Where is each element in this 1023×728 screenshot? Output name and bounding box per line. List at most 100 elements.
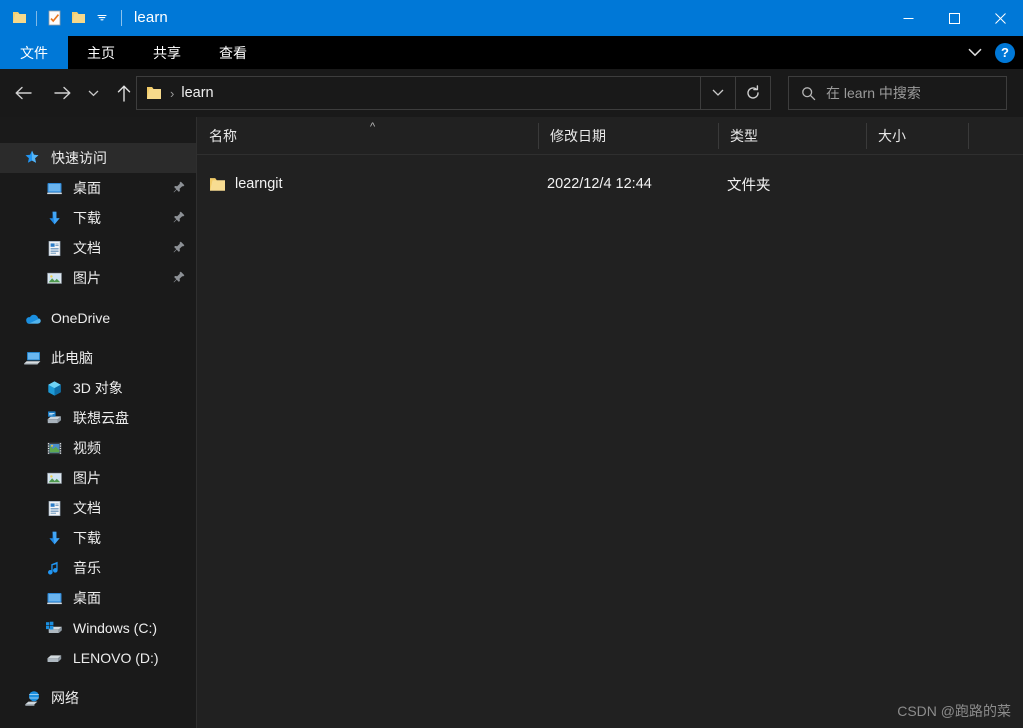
sidebar-item-label: 视频 bbox=[73, 440, 101, 456]
search-icon bbox=[801, 86, 816, 101]
ribbon-right-controls: ? bbox=[961, 36, 1023, 69]
navigation-pane: 快速访问 桌面 下载 文档 图片 OneDrive 此电脑 3D 对象 联想云盘… bbox=[0, 117, 196, 728]
sidebar-item-label: 图片 bbox=[73, 470, 101, 486]
sidebar-item-downloads[interactable]: 下载 bbox=[0, 523, 196, 553]
sidebar-item-label: 桌面 bbox=[73, 590, 101, 606]
file-name-text: learngit bbox=[235, 176, 283, 192]
sidebar-item-label: 此电脑 bbox=[51, 350, 93, 366]
column-header-date-modified[interactable]: 修改日期 bbox=[538, 117, 718, 155]
recent-locations-button[interactable] bbox=[81, 78, 105, 108]
sidebar-item-desktop-qa[interactable]: 桌面 bbox=[0, 173, 196, 203]
maximize-button[interactable] bbox=[931, 0, 977, 36]
sidebar-item-pictures-qa[interactable]: 图片 bbox=[0, 263, 196, 293]
search-input[interactable]: 在 learn 中搜索 bbox=[788, 76, 1007, 110]
sidebar-item-label: 联想云盘 bbox=[73, 410, 129, 426]
sidebar-item-label: 文档 bbox=[73, 500, 101, 516]
windows-drive-icon bbox=[44, 618, 64, 638]
sidebar-item-label: 桌面 bbox=[73, 180, 101, 196]
sidebar-item-documents-qa[interactable]: 文档 bbox=[0, 233, 196, 263]
music-icon bbox=[44, 558, 64, 578]
sidebar-item-windows-c-drive[interactable]: Windows (C:) bbox=[0, 613, 196, 643]
sidebar-item-label: 3D 对象 bbox=[73, 380, 123, 396]
sidebar-item-label: 下载 bbox=[73, 210, 101, 226]
forward-button[interactable] bbox=[47, 78, 77, 108]
sidebar-item-label: 快速访问 bbox=[51, 150, 107, 166]
column-header-name[interactable]: 名称 bbox=[197, 117, 538, 155]
folder-icon bbox=[209, 177, 226, 192]
download-icon bbox=[44, 528, 64, 548]
tab-view[interactable]: 查看 bbox=[200, 36, 266, 69]
close-button[interactable] bbox=[977, 0, 1023, 36]
this-pc-icon bbox=[22, 348, 42, 368]
sidebar-item-label: OneDrive bbox=[51, 310, 111, 326]
back-button[interactable] bbox=[8, 78, 38, 108]
sidebar-item-label: 网络 bbox=[51, 690, 79, 706]
title-bar: learn bbox=[0, 0, 1023, 36]
videos-icon bbox=[44, 438, 64, 458]
chevron-down-icon[interactable] bbox=[961, 39, 989, 67]
download-icon bbox=[44, 208, 64, 228]
address-bar[interactable]: › learn bbox=[136, 76, 771, 110]
quick-access-toolbar: learn bbox=[0, 0, 168, 36]
sidebar-item-3d-objects[interactable]: 3D 对象 bbox=[0, 373, 196, 403]
lenovo-cloud-icon bbox=[44, 408, 64, 428]
document-icon bbox=[44, 498, 64, 518]
sidebar-item-label: LENOVO (D:) bbox=[73, 650, 159, 666]
sidebar-item-downloads-qa[interactable]: 下载 bbox=[0, 203, 196, 233]
sidebar-item-lenovo-d-drive[interactable]: LENOVO (D:) bbox=[0, 643, 196, 673]
window-title: learn bbox=[134, 9, 168, 26]
help-button[interactable]: ? bbox=[995, 42, 1015, 63]
column-divider-4[interactable] bbox=[968, 123, 969, 149]
sidebar-item-label: 下载 bbox=[73, 530, 101, 546]
breadcrumb-separator[interactable]: › bbox=[170, 86, 174, 101]
sidebar-item-quick-access[interactable]: 快速访问 bbox=[0, 143, 196, 173]
sidebar-item-desktop[interactable]: 桌面 bbox=[0, 583, 196, 613]
sidebar-item-pictures[interactable]: 图片 bbox=[0, 463, 196, 493]
qat-separator-2 bbox=[121, 10, 122, 26]
onedrive-cloud-icon bbox=[22, 308, 42, 328]
tab-home[interactable]: 主页 bbox=[68, 36, 134, 69]
pin-icon[interactable] bbox=[172, 270, 186, 284]
star-pin-icon bbox=[22, 148, 42, 168]
sidebar-item-label: 音乐 bbox=[73, 560, 101, 576]
minimize-button[interactable] bbox=[885, 0, 931, 36]
tab-share[interactable]: 共享 bbox=[134, 36, 200, 69]
tab-file[interactable]: 文件 bbox=[0, 36, 68, 69]
column-header-size[interactable]: 大小 bbox=[866, 117, 968, 155]
desktop-icon bbox=[44, 588, 64, 608]
address-bar-actions bbox=[700, 77, 770, 109]
sidebar-item-network[interactable]: 网络 bbox=[0, 683, 196, 713]
properties-icon[interactable] bbox=[43, 6, 65, 30]
pictures-icon bbox=[44, 268, 64, 288]
sidebar-item-label: 文档 bbox=[73, 240, 101, 256]
sidebar-item-videos[interactable]: 视频 bbox=[0, 433, 196, 463]
new-folder-icon[interactable] bbox=[67, 6, 89, 30]
pictures-icon bbox=[44, 468, 64, 488]
breadcrumb-learn[interactable]: learn bbox=[181, 85, 213, 101]
sidebar-item-documents[interactable]: 文档 bbox=[0, 493, 196, 523]
column-headers: ^ 名称 修改日期 类型 大小 bbox=[197, 117, 1023, 155]
file-row-date-modified: 2022/12/4 12:44 bbox=[547, 176, 652, 192]
sidebar-item-label: Windows (C:) bbox=[73, 620, 158, 636]
pin-icon[interactable] bbox=[172, 180, 186, 194]
sidebar-item-this-pc[interactable]: 此电脑 bbox=[0, 343, 196, 373]
column-header-type[interactable]: 类型 bbox=[718, 117, 866, 155]
window-controls bbox=[885, 0, 1023, 36]
sidebar-item-music[interactable]: 音乐 bbox=[0, 553, 196, 583]
watermark: CSDN @跑路的菜 bbox=[897, 703, 1011, 719]
sidebar-item-lenovo-cloud[interactable]: 联想云盘 bbox=[0, 403, 196, 433]
breadcrumb-folder-icon bbox=[146, 86, 162, 100]
address-history-dropdown-icon[interactable] bbox=[701, 77, 735, 109]
customize-dropdown-icon[interactable] bbox=[91, 6, 113, 30]
pin-icon[interactable] bbox=[172, 240, 186, 254]
up-button[interactable] bbox=[109, 78, 139, 108]
folder-icon[interactable] bbox=[8, 6, 30, 30]
pin-icon[interactable] bbox=[172, 210, 186, 224]
qat-separator-1 bbox=[36, 10, 37, 26]
file-row-name[interactable]: learngit bbox=[209, 176, 283, 192]
3d-objects-icon bbox=[44, 378, 64, 398]
sidebar-item-onedrive[interactable]: OneDrive bbox=[0, 303, 196, 333]
search-placeholder: 在 learn 中搜索 bbox=[826, 85, 921, 101]
table-row[interactable]: learngit 2022/12/4 12:44 文件夹 bbox=[197, 170, 1023, 198]
refresh-icon[interactable] bbox=[736, 77, 770, 109]
